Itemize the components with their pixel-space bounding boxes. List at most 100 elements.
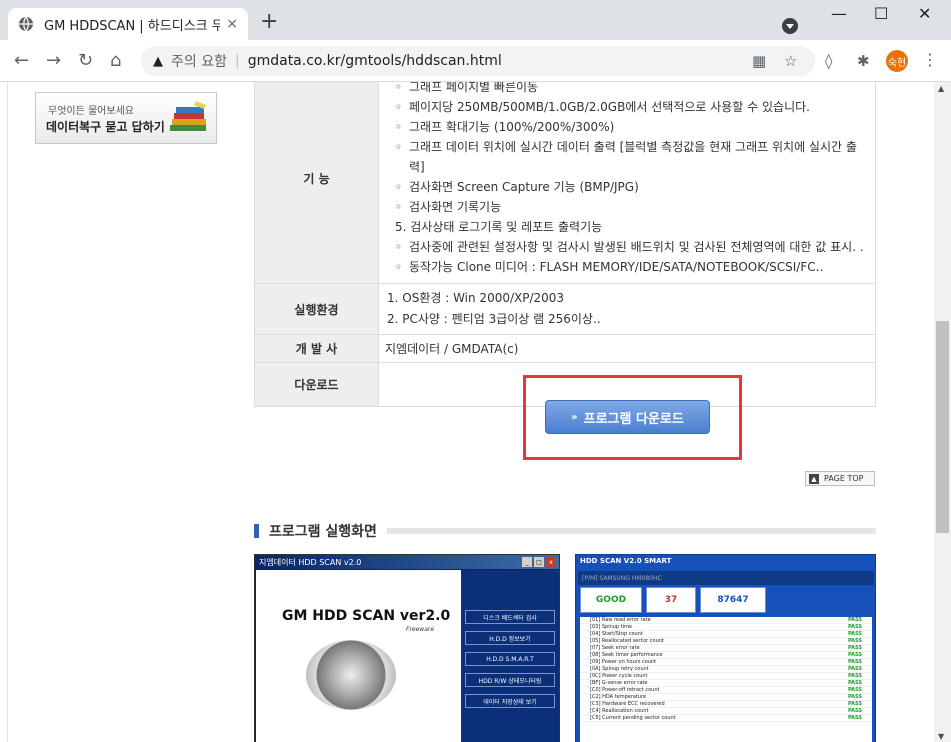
shot2-gauge-temp: 37: [646, 587, 696, 613]
smart-status: PASS: [847, 701, 862, 707]
reload-icon[interactable]: ↻: [78, 50, 93, 71]
address-bar[interactable]: ▲ 주의 요함 | gmdata.co.kr/gmtools/hddscan.h…: [141, 46, 815, 76]
new-tab-button[interactable]: +: [260, 11, 278, 33]
smart-status: PASS: [847, 687, 862, 693]
screenshot-smart-window[interactable]: HDD SCAN V2.0 SMART [P/M] SAMSUNG HM080H…: [575, 554, 876, 742]
feature-line: 검사중에 관련된 설정사항 및 검사시 발생된 배드위치 및 검사된 전체영역에…: [395, 237, 867, 257]
download-header: 다운로드: [254, 362, 379, 407]
smart-status: PASS: [847, 624, 862, 630]
smart-row: [01] Raw read error rate PASS: [580, 617, 872, 624]
smart-status: PASS: [847, 666, 862, 672]
shot2-smart-grid: [01] Raw read error rate PASS [03] Spinup …: [580, 617, 872, 742]
forward-icon[interactable]: →: [46, 50, 61, 71]
feature-line: 페이지당 250MB/500MB/1.0GB/2.0GB에서 선택적으로 사용할…: [395, 97, 867, 117]
scroll-down-icon[interactable]: ▼: [938, 732, 944, 741]
scroll-up-icon[interactable]: ▲: [938, 84, 944, 93]
env-header: 실행환경: [254, 283, 379, 335]
browser-tab[interactable]: GM HDDSCAN | 하드디스크 무료 ×: [8, 8, 248, 40]
shot2-gauge-hours: 87647: [700, 587, 766, 613]
developer-row: 개 발 사 지엠데이터 / GMDATA(c): [254, 334, 876, 363]
developer-value: 지엠데이터 / GMDATA(c): [378, 334, 876, 363]
smart-status: PASS: [847, 673, 862, 679]
screenshot-main-window[interactable]: 지엠데이터 HDD SCAN v2.0 _ □ x GM HDD SCAN ve…: [254, 554, 560, 742]
hard-disk-icon: [306, 640, 396, 710]
smart-row: [BF] G-sense error rate PASS: [580, 680, 872, 687]
feature-line: 검사화면 Screen Capture 기능 (BMP/JPG): [395, 177, 867, 197]
shot1-menu-item: H.D.D S.M.A.R.T: [465, 652, 555, 666]
smart-row: [0C] Power cycle count PASS: [580, 673, 872, 680]
smart-status: PASS: [847, 708, 862, 714]
smart-row: [C0] Power-off retract count PASS: [580, 687, 872, 694]
shot1-headline: GM HDD SCAN ver2.0: [282, 608, 451, 624]
globe-icon: [19, 16, 33, 32]
smart-status: PASS: [847, 652, 862, 658]
close-window-button[interactable]: ✕: [918, 4, 931, 23]
qna-banner[interactable]: 무엇이든 물어보세요 데이터복구 묻고 답하기: [35, 92, 217, 144]
maximize-button[interactable]: ☐: [874, 4, 888, 23]
extensions-puzzle-icon[interactable]: ✱: [857, 52, 870, 70]
page-top-button[interactable]: ▲ PAGE TOP: [805, 471, 875, 486]
smart-row: [C5] Current pending sector count PASS: [580, 715, 872, 722]
feature-list: 그래프 페이지별 빠른이동페이지당 250MB/500MB/1.0GB/2.0G…: [379, 82, 875, 283]
feature-header: 기 능: [254, 82, 379, 284]
shot1-menu-item: 디스크 배드섹터 검사: [465, 610, 555, 624]
left-edge: [0, 82, 8, 742]
minimize-button[interactable]: —: [831, 4, 847, 23]
books-icon: [170, 101, 206, 131]
smart-attribute: [C3] Hardware ECC recovered: [590, 701, 665, 707]
smart-status: PASS: [847, 659, 862, 665]
shot2-model: [P/M] SAMSUNG HM080HC: [578, 571, 874, 585]
developer-header: 개 발 사: [254, 334, 379, 363]
feature-line: 그래프 확대기능 (100%/200%/300%): [395, 117, 867, 137]
smart-status: PASS: [847, 638, 862, 644]
smart-attribute: [C4] Reallocation count: [590, 708, 649, 714]
env-line-os: 1. OS환경 : Win 2000/XP/2003: [387, 291, 565, 305]
shot2-gauges: GOOD 37 87647: [580, 587, 872, 613]
bookmark-star-icon[interactable]: ☆: [784, 52, 797, 70]
banner-subtitle: 무엇이든 물어보세요: [48, 106, 134, 117]
feature-line: 5. 검사상태 로그기록 및 레포트 출력기능: [395, 220, 603, 234]
smart-row: [07] Seek error rate PASS: [580, 645, 872, 652]
url-text[interactable]: gmdata.co.kr/gmtools/hddscan.html: [248, 53, 502, 69]
security-label[interactable]: 주의 요함: [171, 51, 227, 71]
tab-title: GM HDDSCAN | 하드디스크 무료: [44, 18, 221, 34]
feature-line: 그래프 데이터 위치에 실시간 데이터 출력 [블럭별 측정값을 현재 그래프 …: [395, 137, 867, 177]
smart-status: PASS: [847, 631, 862, 637]
section-heading: 프로그램 실행화면: [254, 522, 876, 540]
shot2-gauge-health: GOOD: [580, 587, 642, 613]
smart-row: [08] Seek timer performance PASS: [580, 652, 872, 659]
shot1-freeware: Freeware: [406, 626, 435, 633]
smart-attribute: [07] Seek error rate: [590, 645, 640, 651]
feature-line: 검사화면 기록기능: [395, 197, 867, 217]
highlight-annotation-box: [523, 375, 742, 460]
home-icon[interactable]: ⌂: [110, 50, 121, 71]
smart-attribute: [0A] Spinup retry count: [590, 666, 649, 672]
program-info-table: 기 능 그래프 페이지별 빠른이동페이지당 250MB/500MB/1.0GB/…: [254, 82, 876, 407]
tab-close-icon[interactable]: ×: [226, 16, 238, 32]
smart-status: PASS: [847, 617, 862, 623]
feature-row: 기 능 그래프 페이지별 빠른이동페이지당 250MB/500MB/1.0GB/…: [254, 82, 876, 284]
profile-avatar[interactable]: 숙현: [886, 50, 908, 72]
smart-row: [C2] HDA temperature PASS: [580, 694, 872, 701]
smart-attribute: [05] Reallocated sector count: [590, 638, 664, 644]
env-cell: 1. OS환경 : Win 2000/XP/2003 2. PC사양 : 펜티엄…: [378, 283, 876, 335]
warning-icon[interactable]: ▲: [153, 54, 163, 69]
smart-attribute: [C5] Current pending sector count: [590, 715, 676, 721]
heading-divider: [386, 528, 876, 534]
shot1-titlebar: 지엠데이터 HDD SCAN v2.0: [255, 555, 559, 569]
smart-status: PASS: [847, 645, 862, 651]
heading-bar: [254, 524, 259, 538]
smart-attribute: [C0] Power-off retract count: [590, 687, 660, 693]
tab-search-icon[interactable]: [782, 18, 798, 34]
qr-code-icon[interactable]: ▦: [752, 52, 766, 70]
back-icon[interactable]: ←: [14, 50, 29, 71]
env-line-pc: 2. PC사양 : 펜티엄 3급이상 램 256이상..: [387, 312, 601, 326]
mouse-extension-icon[interactable]: ◊: [825, 52, 832, 70]
smart-attribute: [09] Power on hours count: [590, 659, 657, 665]
shot1-menu-item: H.D.D 정보보기: [465, 631, 555, 645]
browser-menu-icon[interactable]: ⋮: [922, 50, 938, 69]
feature-cell: 그래프 페이지별 빠른이동페이지당 250MB/500MB/1.0GB/2.0G…: [378, 82, 876, 284]
shot2-title: HDD SCAN V2.0 SMART: [580, 557, 672, 565]
shot1-close-icon: x: [546, 557, 556, 567]
scrollbar-thumb[interactable]: [936, 321, 949, 533]
